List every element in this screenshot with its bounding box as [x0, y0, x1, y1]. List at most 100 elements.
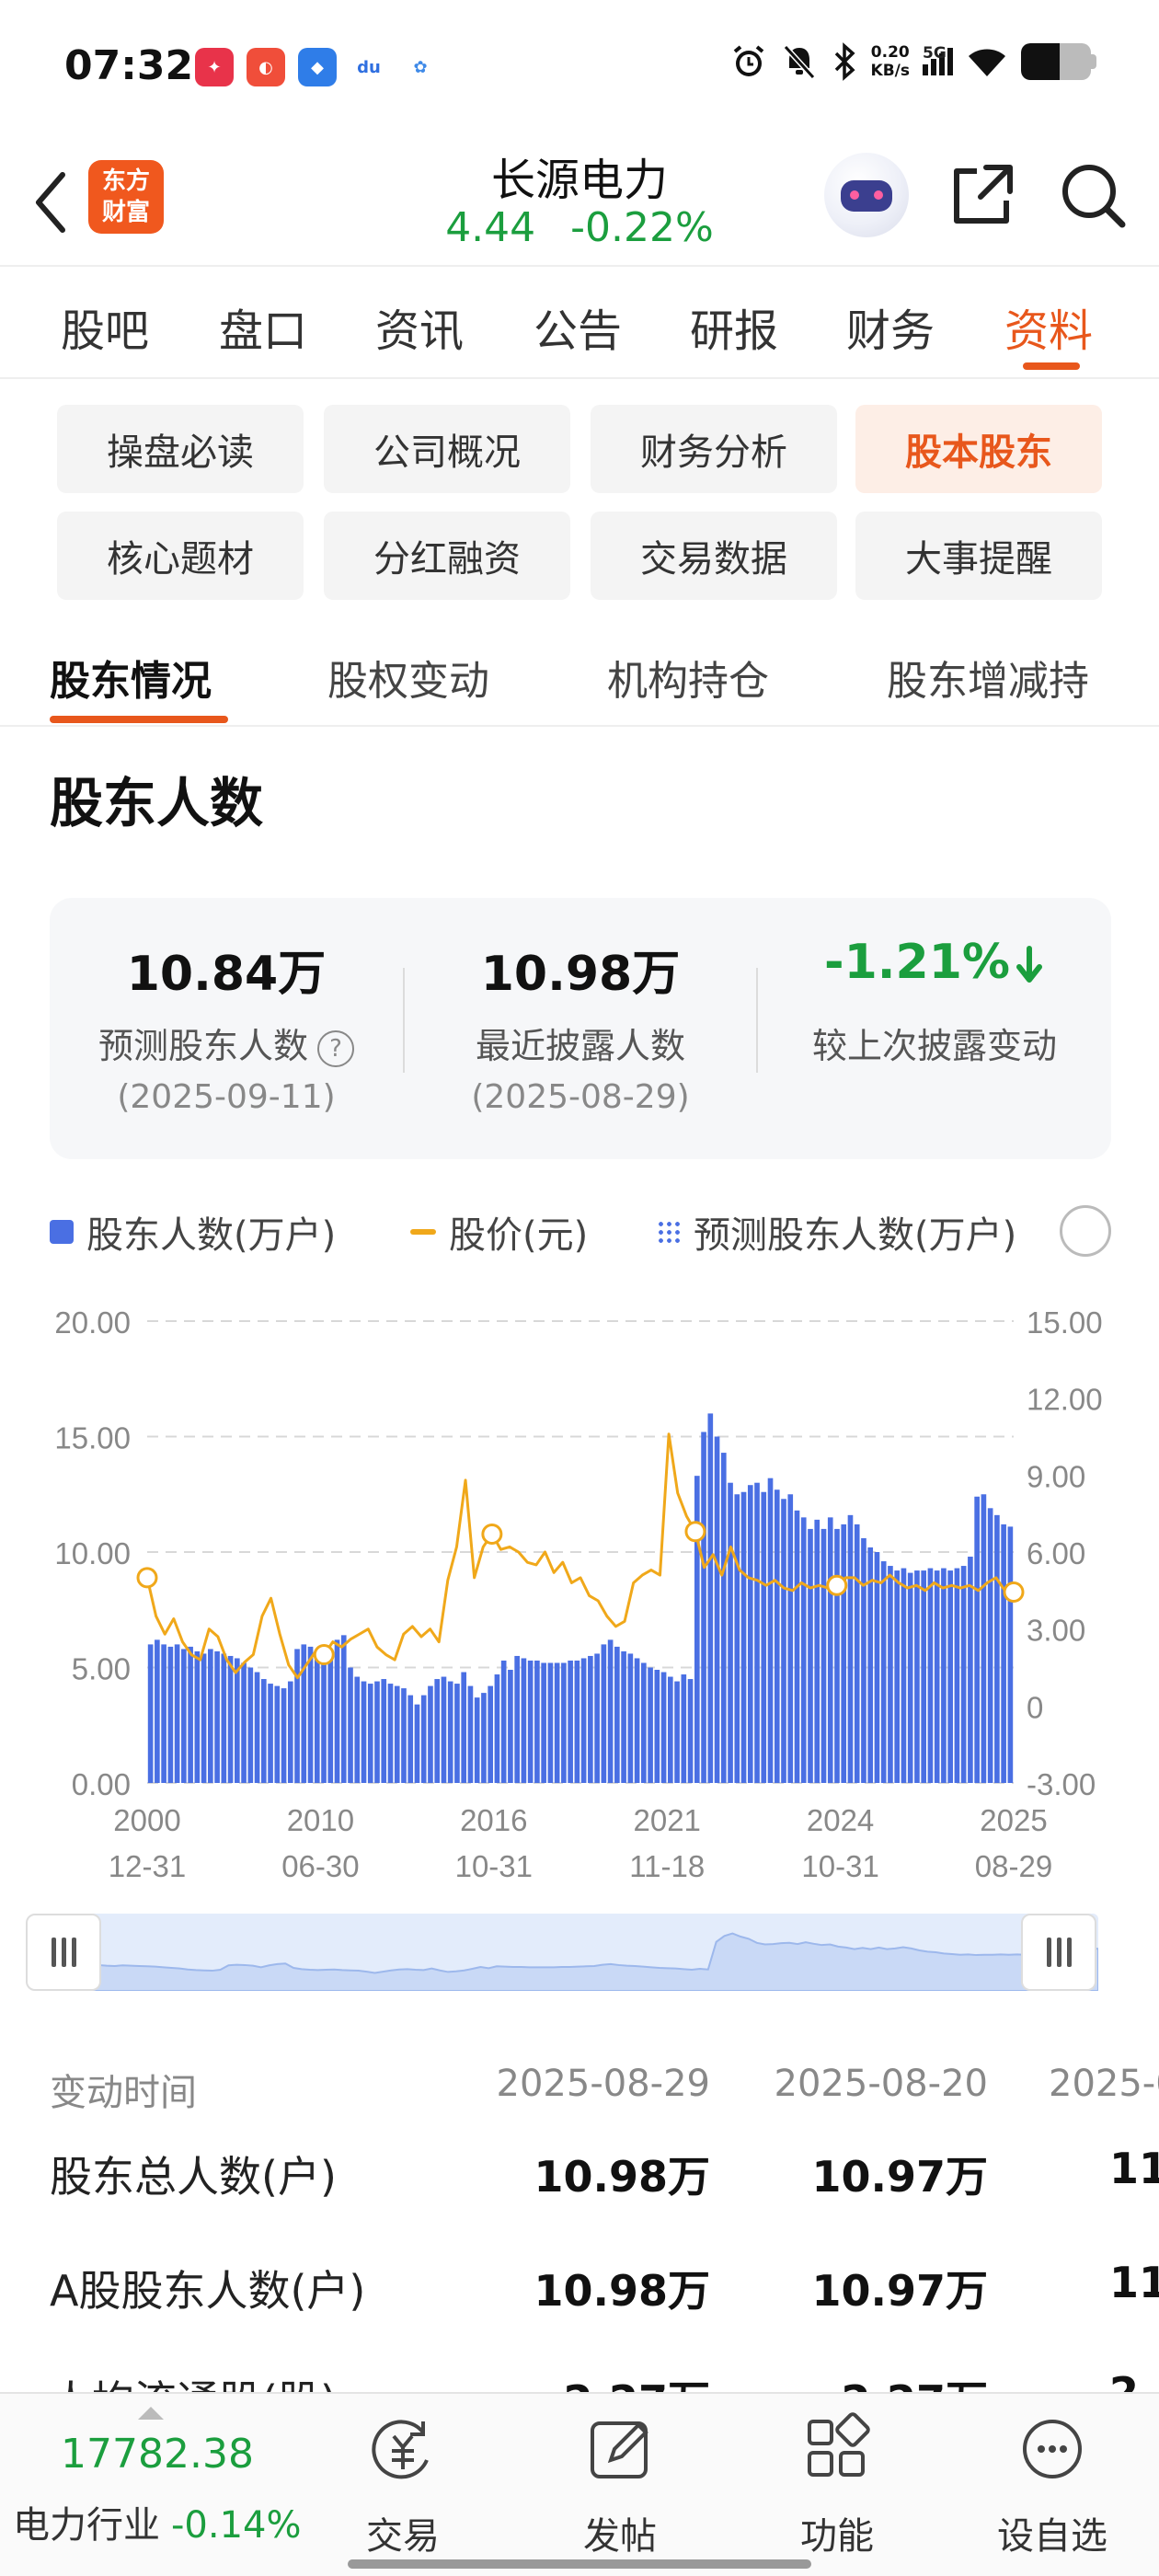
holder-bar	[594, 1653, 600, 1783]
holder-bar	[720, 1453, 727, 1783]
holder-bar	[601, 1644, 607, 1783]
y-left-tick-label: 10.00	[54, 1536, 131, 1570]
sub-btn-company-overview[interactable]: 公司概况	[324, 405, 570, 493]
y-right-tick-label: 6.00	[1027, 1536, 1085, 1570]
legend-toggle-radio[interactable]	[1060, 1205, 1111, 1257]
status-app-icons: ✦ ◐ ◆ du ✿	[195, 48, 440, 86]
signal-icon: 5G	[923, 44, 953, 75]
holder-bar	[508, 1670, 513, 1783]
summary-label-text: 预测股东人数	[98, 1026, 308, 1066]
sub-btn-core-themes[interactable]: 核心题材	[57, 512, 304, 600]
tab-news[interactable]: 资讯	[375, 294, 464, 359]
holder-bar	[994, 1514, 1000, 1783]
bottom-bar: 17782.38 电力行业 -0.14% 交易 发帖 功能 设自选	[0, 2392, 1159, 2576]
sub-btn-dividends[interactable]: 分红融资	[324, 512, 570, 600]
holder-bar	[641, 1662, 647, 1783]
holder-bar	[420, 1695, 427, 1783]
holder-bar	[820, 1528, 827, 1783]
chart-legend: 股东人数(万户) 股价(元) 预测股东人数(万户)	[50, 1205, 1117, 1257]
sub-btn-events[interactable]: 大事提醒	[855, 512, 1102, 600]
tab-holder-changes[interactable]: 股东增减持	[887, 648, 1089, 707]
legend-forecast[interactable]: 预测股东人数(万户)	[657, 1205, 1016, 1259]
holder-bar	[454, 1684, 460, 1783]
holder-bar	[561, 1662, 567, 1783]
sub-btn-trading-data[interactable]: 交易数据	[591, 512, 837, 600]
holder-bar	[348, 1667, 353, 1783]
holder-bar	[407, 1695, 414, 1783]
legend-holders[interactable]: 股东人数(万户)	[50, 1205, 336, 1259]
x-tick-label: 2016	[460, 1803, 527, 1837]
x-tick-label: 2025	[980, 1803, 1047, 1837]
post-icon	[591, 2421, 648, 2478]
tab-finance[interactable]: 财务	[846, 294, 935, 359]
summary-value: 10.98万	[480, 947, 681, 1002]
tab-announcements[interactable]: 公告	[534, 294, 622, 359]
holder-bar	[441, 1676, 447, 1783]
tab-research[interactable]: 研报	[690, 294, 778, 359]
watchlist-icon	[1023, 2420, 1082, 2478]
holder-bar	[534, 1660, 540, 1783]
tab-equity-change[interactable]: 股权变动	[327, 648, 489, 707]
holder-bar	[514, 1655, 520, 1783]
sub-btn-trading-guide[interactable]: 操盘必读	[57, 405, 304, 493]
summary-value: 10.84万	[126, 947, 327, 1002]
tab-pankou[interactable]: 盘口	[219, 294, 307, 359]
range-slider[interactable]	[26, 1914, 1098, 1991]
holder-bar	[294, 1649, 300, 1783]
shareholder-chart: 20.00 15.00 10.00 5.00 0.00 15.00 12.00 9.00 6.0…	[54, 1305, 1102, 1883]
holder-bar	[880, 1561, 887, 1783]
tab-profile[interactable]: 资料	[1004, 294, 1093, 359]
search-icon[interactable]	[1056, 158, 1130, 232]
holder-bar	[901, 1568, 907, 1783]
slider-left-handle[interactable]	[26, 1914, 101, 1991]
ai-assistant-avatar[interactable]	[824, 153, 909, 237]
y-right-tick-label: 3.00	[1027, 1614, 1085, 1648]
holder-bar	[701, 1432, 706, 1783]
tab-guba[interactable]: 股吧	[61, 294, 149, 359]
holder-bar	[854, 1524, 860, 1783]
network-type: 5G	[923, 44, 947, 63]
holder-bar	[580, 1658, 587, 1783]
table-cell: 10.98万	[534, 2266, 710, 2316]
legend-price[interactable]: 股价(元)	[410, 1205, 588, 1259]
tab-institutional-holdings[interactable]: 机构持仓	[607, 648, 769, 707]
share-icon[interactable]	[946, 158, 1019, 232]
holder-bar	[188, 1646, 193, 1783]
holder-bar	[987, 1508, 993, 1783]
dotted-swatch-icon	[657, 1220, 681, 1244]
status-bar: 07:32 ✦ ◐ ◆ du ✿ 0.20 KB/s 5G	[0, 0, 1159, 138]
holder-bar	[254, 1672, 260, 1783]
holder-bar	[921, 1570, 926, 1783]
holder-bar	[334, 1639, 340, 1783]
holder-bar	[781, 1499, 786, 1783]
holder-bar	[381, 1679, 387, 1783]
date-header: 2025-08-29	[496, 2063, 710, 2105]
trade-button[interactable]: 交易	[329, 2412, 476, 2559]
industry-index[interactable]: 17782.38 电力行业 -0.14%	[0, 2394, 313, 2576]
y-right-tick-label: 0	[1027, 1690, 1043, 1724]
holder-bar	[461, 1672, 467, 1783]
sub-btn-financial-analysis[interactable]: 财务分析	[591, 405, 837, 493]
summary-forecast: 10.84万 预测股东人数? (2025-09-11)	[50, 898, 403, 1159]
functions-button[interactable]: 功能	[763, 2412, 911, 2559]
home-indicator[interactable]	[348, 2559, 811, 2569]
tab-shareholder-overview[interactable]: 股东情况	[50, 648, 212, 707]
post-button[interactable]: 发帖	[546, 2412, 694, 2559]
help-icon[interactable]: ?	[317, 1029, 354, 1067]
stock-header: 东方 财富 长源电力 4.44 -0.22%	[0, 138, 1159, 267]
net-speed: 0.20 KB/s	[871, 43, 910, 80]
sub-btn-shareholders[interactable]: 股本股东	[855, 405, 1102, 493]
summary-change-value: -1.21%	[824, 935, 1010, 990]
holder-bar	[260, 1679, 267, 1783]
price-point	[136, 1567, 158, 1589]
holder-bar	[281, 1688, 287, 1783]
holder-bar	[374, 1681, 380, 1783]
holder-bar	[681, 1674, 687, 1783]
line-swatch-icon	[410, 1229, 436, 1235]
slider-right-handle[interactable]	[1021, 1914, 1096, 1991]
table-row: 股东总人数(户) 10.98万 10.97万 11.	[0, 2144, 1159, 2208]
holder-bar	[340, 1635, 347, 1783]
holder-bar	[221, 1653, 227, 1783]
holder-bar	[674, 1681, 680, 1783]
add-watchlist-button[interactable]: 设自选	[979, 2412, 1126, 2559]
